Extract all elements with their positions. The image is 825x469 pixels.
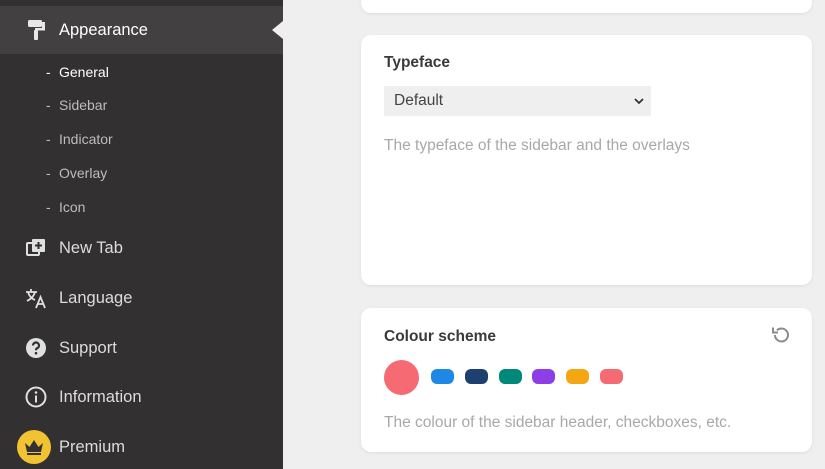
colour-swatch-teal[interactable] [499,369,522,384]
sidebar: Appearance - General - Sidebar - Indicat… [0,0,283,469]
subitem-label: General [59,64,109,80]
sidebar-item-appearance[interactable]: Appearance [0,6,283,54]
colour-scheme-card: Colour scheme The colour of the sidebar … [361,308,812,452]
subitem-label: Overlay [59,165,108,181]
paint-roller-icon [24,18,48,42]
sidebar-subitem-icon[interactable]: - Icon [46,197,85,217]
sidebar-item-premium[interactable]: Premium [0,423,283,469]
typeface-select[interactable]: Default [384,86,651,116]
bullet-dash: - [46,199,51,215]
typeface-description: The typeface of the sidebar and the over… [384,137,690,154]
chevron-down-icon [633,94,645,112]
subitem-label: Sidebar [59,97,108,113]
colour-swatch-selected[interactable] [384,360,419,395]
typeface-title: Typeface [384,54,451,71]
sidebar-item-new-tab[interactable]: New Tab [0,224,283,272]
sidebar-item-label: Information [59,387,142,406]
colour-swatch-navy[interactable] [465,369,488,384]
sidebar-subitem-indicator[interactable]: - Indicator [46,129,113,149]
sidebar-item-label: Premium [59,437,126,456]
bullet-dash: - [46,165,51,181]
colour-swatch-red[interactable] [600,369,623,384]
sidebar-subitem-overlay[interactable]: - Overlay [46,163,107,183]
subitem-label: Indicator [59,131,113,147]
previous-settings-card [361,0,812,13]
bullet-dash: - [46,97,51,113]
sidebar-item-label: Appearance [59,20,148,39]
translate-icon [24,286,48,310]
typeface-card: Typeface Default The typeface of the sid… [361,35,812,285]
colour-scheme-description: The colour of the sidebar header, checkb… [384,414,732,431]
colour-swatch-purple[interactable] [532,369,555,384]
new-tab-icon [24,236,48,260]
sidebar-item-information[interactable]: Information [0,373,283,421]
info-icon [24,385,48,409]
sidebar-item-support[interactable]: Support [0,324,283,372]
colour-scheme-title: Colour scheme [384,328,496,345]
sidebar-item-label: Support [59,338,117,357]
bullet-dash: - [46,131,51,147]
help-icon [24,336,48,360]
sidebar-subitem-sidebar[interactable]: - Sidebar [46,95,107,115]
bullet-dash: - [46,64,51,80]
sidebar-subitem-general[interactable]: - General [46,62,109,82]
reset-icon[interactable] [770,324,792,346]
crown-icon [17,430,51,464]
typeface-selected-value: Default [394,92,444,109]
colour-swatch-blue[interactable] [431,369,454,384]
subitem-label: Icon [59,199,86,215]
sidebar-item-label: New Tab [59,238,123,257]
colour-swatch-orange[interactable] [566,369,589,384]
sidebar-item-label: Language [59,288,133,307]
sidebar-item-language[interactable]: Language [0,274,283,322]
